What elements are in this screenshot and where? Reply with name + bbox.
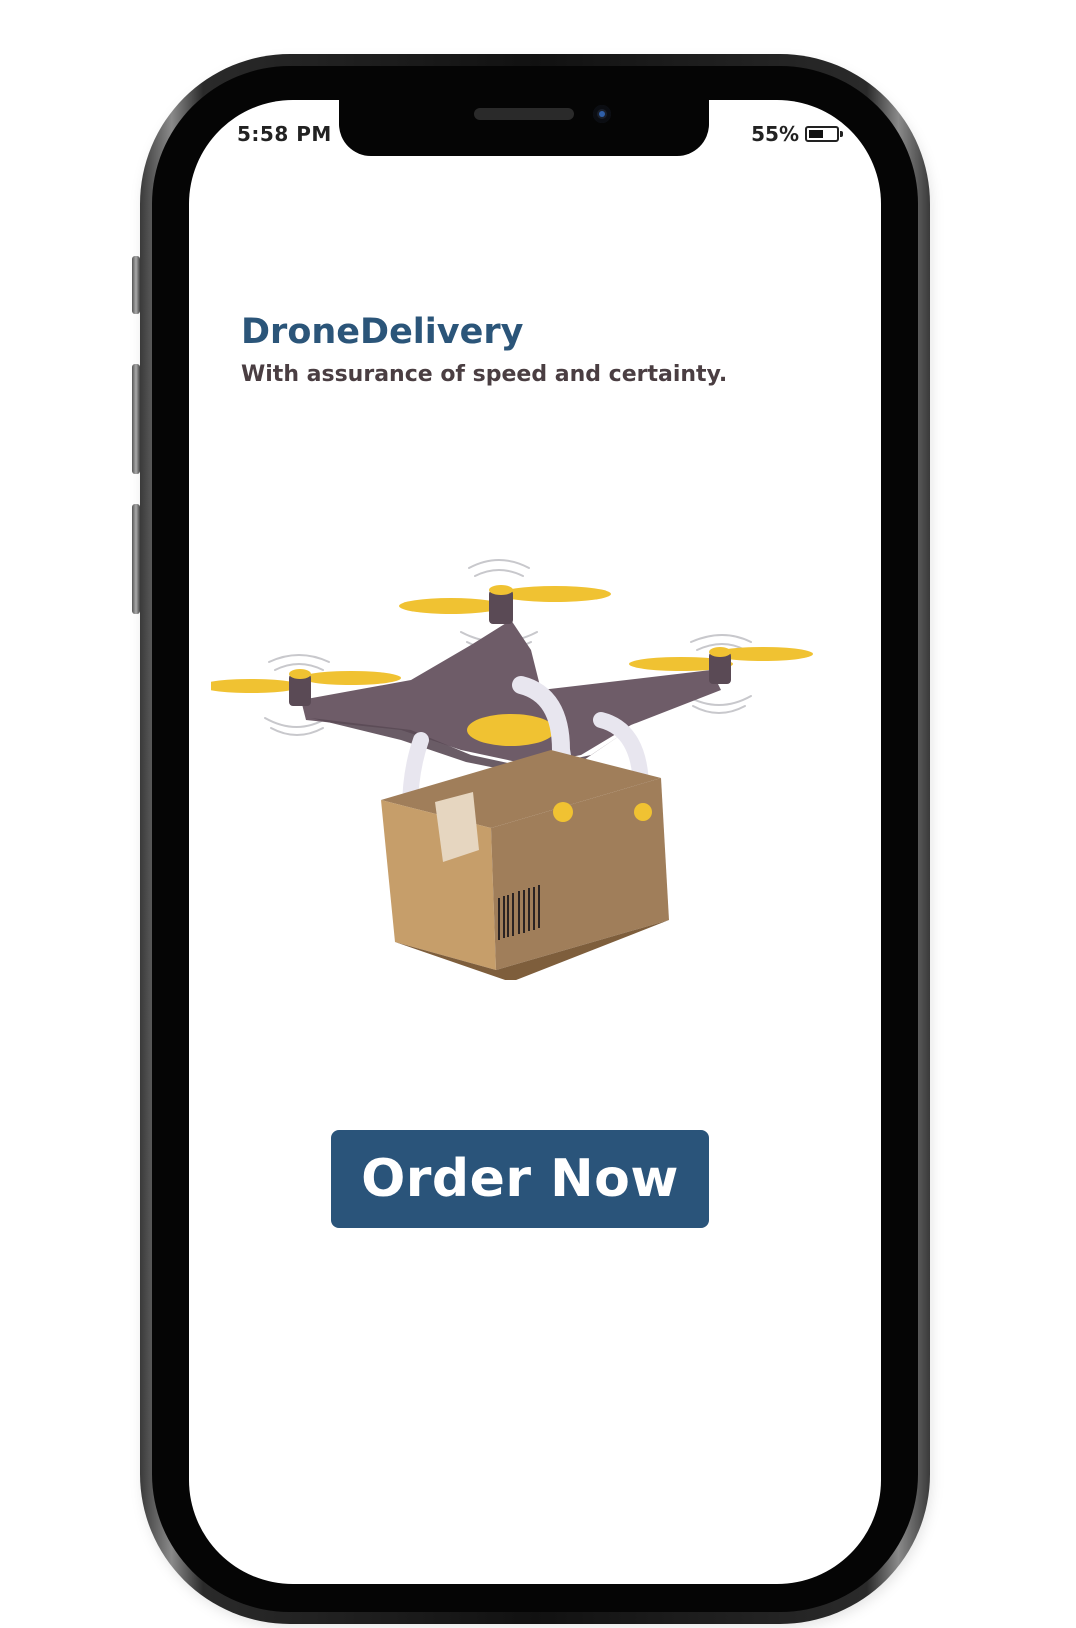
- status-right: 55%: [751, 122, 843, 146]
- app-title: DroneDelivery: [241, 312, 524, 352]
- app-tagline: With assurance of speed and certainty.: [241, 362, 728, 387]
- drone-delivery-illustration: [211, 559, 813, 980]
- battery-percentage: 55%: [751, 122, 799, 146]
- status-time: 5:58 PM: [237, 122, 332, 146]
- package-box: [381, 750, 669, 980]
- battery-level-fill: [809, 130, 823, 138]
- notch: [339, 100, 709, 156]
- front-camera-icon: [593, 105, 611, 123]
- package-label: [435, 792, 479, 862]
- battery-icon: [805, 126, 843, 142]
- drone-body: [301, 620, 721, 775]
- mute-switch: [132, 256, 140, 314]
- volume-up-button: [132, 364, 140, 474]
- phone-screen: 5:58 PM 55% DroneDelivery With assurance…: [189, 100, 881, 1584]
- earpiece-speaker: [474, 108, 574, 120]
- order-now-button[interactable]: Order Now: [331, 1130, 709, 1228]
- volume-down-button: [132, 504, 140, 614]
